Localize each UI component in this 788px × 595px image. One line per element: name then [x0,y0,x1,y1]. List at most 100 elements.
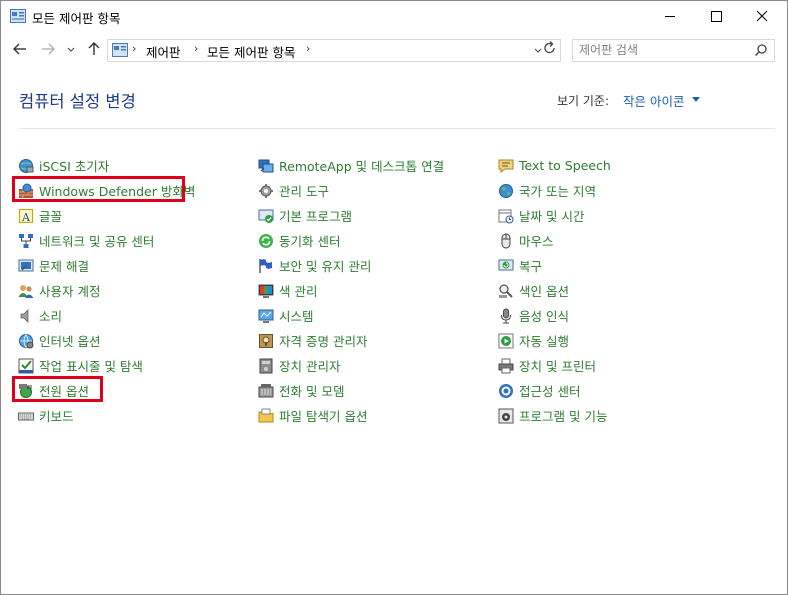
item-region[interactable]: 국가 또는 지역 [498,178,728,203]
item-fonts[interactable]: A 글꼴 [18,203,248,228]
credential-icon [259,333,273,348]
item-label: 날짜 및 시간 [519,209,585,224]
item-label: 전화 및 모뎀 [279,384,345,399]
item-administrative-tools[interactable]: 관리 도구 [258,178,488,203]
item-mouse[interactable]: 마우스 [498,228,728,253]
item-label: 복구 [519,259,543,274]
accessibility-icon [499,383,513,398]
item-speech-recognition[interactable]: 음성 인식 [498,303,728,328]
globe-network-icon [19,158,34,173]
item-troubleshooting[interactable]: 문제 해결 [18,253,248,278]
refresh-icon[interactable] [542,39,558,57]
search-icon[interactable] [754,43,768,57]
item-label: 작업 표시줄 및 탐색 [39,359,143,374]
sync-icon [259,233,273,248]
title-bar: 모든 제어판 항목 [1,1,787,32]
minimize-icon [665,16,675,17]
indexing-icon [499,283,513,298]
item-devices-printers[interactable]: 장치 및 프린터 [498,353,728,378]
item-label: 소리 [39,309,63,324]
item-system[interactable]: 시스템 [258,303,488,328]
item-date-time[interactable]: 날짜 및 시간 [498,203,728,228]
item-label: 장치 및 프린터 [519,359,596,374]
breadcrumb-all-items[interactable]: 모든 제어판 항목 [207,42,295,61]
device-manager-icon [259,358,273,373]
minimize-button[interactable] [647,1,693,32]
item-text-to-speech[interactable]: Text to Speech [498,153,728,178]
speaker-icon [20,308,29,323]
item-ease-of-access[interactable]: 접근성 센터 [498,378,728,403]
recovery-icon [498,259,514,270]
item-programs-features[interactable]: 프로그램 및 기능 [498,403,728,428]
item-label: 네트워크 및 공유 센터 [39,234,155,249]
item-label: 프로그램 및 기능 [519,409,608,424]
item-sync-center[interactable]: 동기화 센터 [258,228,488,253]
item-label: RemoteApp 및 데스크톱 연결 [279,159,445,174]
item-iscsi-initiator[interactable]: iSCSI 초기자 [18,153,248,178]
programs-icon [498,408,514,423]
close-button[interactable] [739,1,785,32]
phone-icon [258,383,274,397]
items-column-2: RemoteApp 및 데스크톱 연결 관리 도구 기본 프로그램 동기화 센터… [258,153,488,428]
users-icon [18,284,34,298]
item-label: 문제 해결 [39,259,89,274]
item-keyboard[interactable]: 키보드 [18,403,248,428]
item-file-explorer-options[interactable]: 파일 탐색기 옵션 [258,403,488,428]
item-color-management[interactable]: 색 관리 [258,278,488,303]
chevron-down-icon[interactable] [65,40,77,58]
remote-desktop-icon [258,159,274,172]
tools-icon [259,183,273,198]
breadcrumb-separator-icon: › [194,42,199,55]
maximize-button[interactable] [693,1,739,32]
item-network-sharing-center[interactable]: 네트워크 및 공유 센터 [18,228,248,253]
item-recovery[interactable]: 복구 [498,253,728,278]
control-panel-icon [10,9,26,23]
item-label: 장치 관리자 [279,359,341,374]
keyboard-icon [18,412,34,420]
back-arrow-icon[interactable] [11,40,29,58]
item-sound[interactable]: 소리 [18,303,248,328]
highlight-box-firewall [12,176,185,202]
flag-icon [259,258,272,273]
item-label: 접근성 센터 [519,384,581,399]
item-security-maintenance[interactable]: 보안 및 유지 관리 [258,253,488,278]
items-column-3: Text to Speech 국가 또는 지역 날짜 및 시간 마우스 복구 색… [498,153,728,428]
page-title: 컴퓨터 설정 변경 [19,92,136,111]
item-label: 국가 또는 지역 [519,184,596,199]
item-phone-modem[interactable]: 전화 및 모뎀 [258,378,488,403]
autoplay-icon [498,333,514,348]
item-label: 음성 인식 [519,309,569,324]
address-bar[interactable]: › 제어판 › 모든 제어판 항목 › [107,39,561,62]
breadcrumb-separator-icon: › [132,42,137,55]
network-icon [19,233,33,248]
taskbar-icon [18,358,34,373]
item-credential-manager[interactable]: 자격 증명 관리자 [258,328,488,353]
item-label: iSCSI 초기자 [39,159,110,174]
view-by-label: 보기 기준: [557,94,610,108]
up-arrow-icon[interactable] [85,40,103,58]
item-autoplay[interactable]: 자동 실행 [498,328,728,353]
mouse-icon [501,233,511,248]
control-panel-window: 모든 제어판 항목 › 제어판 › 모든 제어판 항목 › 제어판 검색 컴퓨터… [0,0,788,595]
item-default-programs[interactable]: 기본 프로그램 [258,203,488,228]
item-taskbar-navigation[interactable]: 작업 표시줄 및 탐색 [18,353,248,378]
chevron-down-icon[interactable] [692,97,700,102]
item-internet-options[interactable]: 인터넷 옵션 [18,328,248,353]
item-label: 사용자 계정 [39,284,101,299]
view-by-dropdown[interactable]: 작은 아이콘 [623,91,684,110]
breadcrumb-control-panel[interactable]: 제어판 [146,42,181,61]
breadcrumb-separator-icon: › [306,42,311,55]
forward-arrow-icon[interactable] [39,40,57,58]
item-label: 관리 도구 [279,184,329,199]
search-box[interactable] [572,39,775,62]
microphone-icon [501,308,511,323]
item-user-accounts[interactable]: 사용자 계정 [18,278,248,303]
item-remoteapp-desktop[interactable]: RemoteApp 및 데스크톱 연결 [258,153,488,178]
item-indexing-options[interactable]: 색인 옵션 [498,278,728,303]
item-device-manager[interactable]: 장치 관리자 [258,353,488,378]
search-input[interactable] [579,41,739,58]
system-icon [258,309,274,323]
printer-icon [498,358,514,373]
font-icon: A [19,208,33,224]
item-label: 글꼴 [39,209,63,224]
